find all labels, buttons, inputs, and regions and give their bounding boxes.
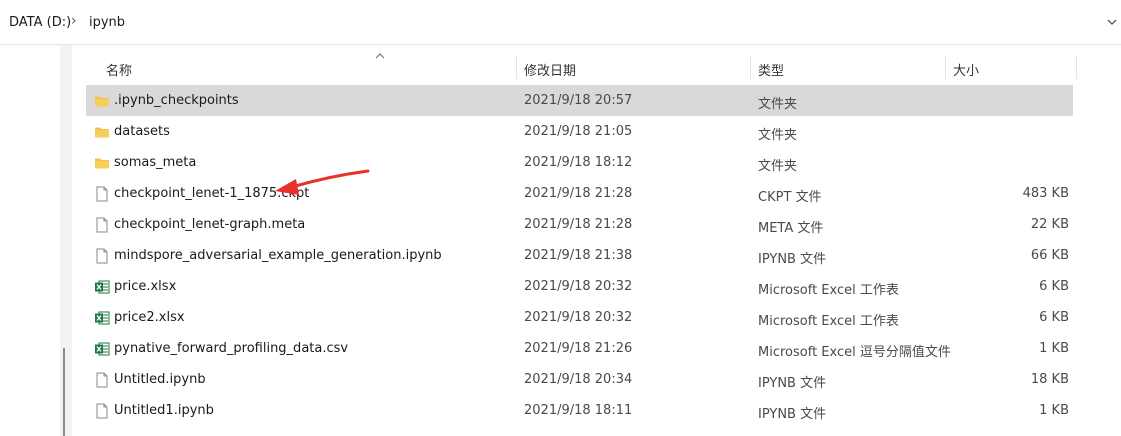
file-row[interactable]: price.xlsx 2021/9/18 20:32 Microsoft Excel…	[86, 271, 1073, 302]
file-row[interactable]: Untitled1.ipynb 2021/9/18 18:11 IPYNB 文件 1 …	[86, 395, 1073, 426]
file-size: 1 KB	[1039, 341, 1069, 356]
file-name: checkpoint_lenet-1_1875.ckpt	[114, 186, 310, 201]
file-type: IPYNB 文件	[758, 407, 827, 422]
file-size: 66 KB	[1030, 248, 1069, 263]
file-row[interactable]: datasets 2021/9/18 21:05 文件夹	[86, 116, 1073, 147]
file-modified-date: 2021/9/18 18:12	[524, 155, 633, 170]
file-name: somas_meta	[114, 155, 197, 170]
file-modified-date: 2021/9/18 21:26	[524, 341, 633, 356]
file-type: 文件夹	[758, 159, 798, 174]
file-type: CKPT 文件	[758, 190, 822, 205]
folder-icon	[94, 93, 110, 109]
file-row[interactable]: .ipynb_checkpoints 2021/9/18 20:57 文件夹	[86, 85, 1073, 116]
file-type: META 文件	[758, 221, 824, 236]
file-icon	[94, 186, 110, 202]
breadcrumb-folder[interactable]: ipynb	[89, 15, 125, 30]
column-header-size[interactable]: 大小	[953, 60, 979, 79]
file-size: 1 KB	[1039, 403, 1069, 418]
column-divider[interactable]	[945, 55, 946, 79]
breadcrumb-separator: ›	[71, 13, 77, 29]
file-modified-date: 2021/9/18 20:57	[524, 93, 633, 108]
file-name: price2.xlsx	[114, 310, 185, 325]
breadcrumb-drive[interactable]: DATA (D:)	[9, 15, 71, 30]
file-icon	[94, 248, 110, 264]
file-type: IPYNB 文件	[758, 376, 827, 391]
excel-icon	[94, 341, 110, 357]
file-icon	[94, 372, 110, 388]
chevron-down-icon[interactable]	[1105, 15, 1119, 29]
file-size: 6 KB	[1039, 279, 1069, 294]
excel-icon	[94, 310, 110, 326]
file-modified-date: 2021/9/18 21:38	[524, 248, 633, 263]
column-divider[interactable]	[516, 55, 517, 79]
file-modified-date: 2021/9/18 20:34	[524, 372, 633, 387]
column-divider[interactable]	[1076, 55, 1077, 79]
file-icon	[94, 217, 110, 233]
column-header-date[interactable]: 修改日期	[524, 60, 576, 79]
file-size: 483 KB	[1022, 186, 1069, 201]
file-row[interactable]: price2.xlsx 2021/9/18 20:32 Microsoft Exce…	[86, 302, 1073, 333]
file-type: 文件夹	[758, 128, 798, 143]
file-name: price.xlsx	[114, 279, 177, 294]
file-name: checkpoint_lenet-graph.meta	[114, 217, 306, 232]
file-type: Microsoft Excel 工作表	[758, 314, 899, 329]
excel-icon	[94, 279, 110, 295]
file-type: Microsoft Excel 工作表	[758, 283, 899, 298]
file-name: Untitled.ipynb	[114, 372, 206, 387]
sort-ascending-icon	[374, 49, 386, 59]
file-modified-date: 2021/9/18 20:32	[524, 310, 633, 325]
file-name: datasets	[114, 124, 170, 139]
file-icon	[94, 403, 110, 419]
file-type: Microsoft Excel 逗号分隔值文件	[758, 345, 951, 360]
file-row[interactable]: pynative_forward_profiling_data.csv 2021/…	[86, 333, 1073, 364]
column-header-bar: 名称 修改日期 类型 大小	[72, 45, 1121, 85]
file-modified-date: 2021/9/18 21:28	[524, 186, 633, 201]
file-row[interactable]: somas_meta 2021/9/18 18:12 文件夹	[86, 147, 1073, 178]
file-name: mindspore_adversarial_example_generation…	[114, 248, 442, 263]
file-row[interactable]: mindspore_adversarial_example_generation…	[86, 240, 1073, 271]
folder-icon	[94, 155, 110, 171]
file-name: pynative_forward_profiling_data.csv	[114, 341, 349, 356]
file-type: 文件夹	[758, 97, 798, 112]
file-row[interactable]: Untitled.ipynb 2021/9/18 20:34 IPYNB 文件 18 …	[86, 364, 1073, 395]
file-modified-date: 2021/9/18 21:05	[524, 124, 633, 139]
file-size: 18 KB	[1030, 372, 1069, 387]
navigation-pane	[0, 45, 60, 436]
file-name: .ipynb_checkpoints	[114, 93, 239, 108]
column-header-type[interactable]: 类型	[758, 60, 784, 79]
file-modified-date: 2021/9/18 21:28	[524, 217, 633, 232]
file-modified-date: 2021/9/18 18:11	[524, 403, 633, 418]
file-size: 22 KB	[1030, 217, 1069, 232]
file-type: IPYNB 文件	[758, 252, 827, 267]
address-bar[interactable]: DATA (D:) › ipynb	[0, 0, 1121, 45]
file-row[interactable]: checkpoint_lenet-1_1875.ckpt 2021/9/18 21…	[86, 178, 1073, 209]
file-modified-date: 2021/9/18 20:32	[524, 279, 633, 294]
column-divider[interactable]	[750, 55, 751, 79]
scrollbar-thumb[interactable]	[63, 348, 65, 436]
folder-icon	[94, 124, 110, 140]
scrollbar[interactable]	[60, 45, 72, 436]
file-name: Untitled1.ipynb	[114, 403, 214, 418]
file-size: 6 KB	[1039, 310, 1069, 325]
column-header-name[interactable]: 名称	[106, 60, 132, 79]
file-row[interactable]: checkpoint_lenet-graph.meta 2021/9/18 21:…	[86, 209, 1073, 240]
